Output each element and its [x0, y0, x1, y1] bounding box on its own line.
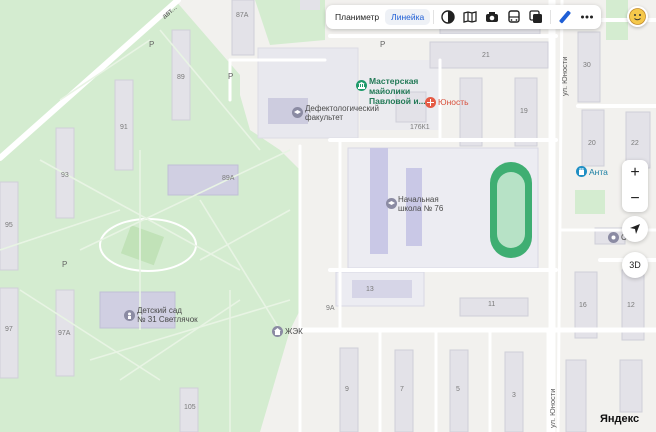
building-number: 22 [631, 140, 639, 147]
place-icon[interactable] [608, 232, 619, 243]
building-number: 97 [5, 326, 13, 333]
parking-marker: P [228, 72, 234, 81]
building-number: 105 [184, 404, 196, 411]
building-number: 13 [366, 286, 374, 293]
poi-workshop-label[interactable]: Мастерская майолики Павловой и... [369, 76, 426, 106]
user-avatar[interactable] [627, 6, 648, 27]
map-canvas[interactable] [0, 0, 656, 432]
locate-button[interactable] [622, 216, 648, 242]
zoom-control: + − [622, 160, 648, 212]
zoom-out-button[interactable]: − [622, 186, 648, 212]
building-number: 16 [579, 302, 587, 309]
transport-icon[interactable] [503, 6, 525, 28]
3d-button[interactable]: 3D [622, 252, 648, 278]
building-number: 91 [120, 124, 128, 131]
camera-icon[interactable] [481, 6, 503, 28]
building-number: 9 [345, 386, 349, 393]
poi-school-line2: школа № 76 [398, 204, 444, 213]
building-number: 20 [588, 140, 596, 147]
housing-office-icon[interactable] [272, 326, 283, 337]
toolbar-divider [550, 10, 552, 24]
poi-school-line1: Начальная [398, 195, 439, 204]
university-icon[interactable] [292, 107, 303, 118]
building-number: 89 [177, 74, 185, 81]
ruler-button[interactable]: Линейка [385, 9, 431, 25]
museum-icon[interactable] [356, 80, 367, 91]
building-number: 12 [627, 302, 635, 309]
planimeter-button[interactable]: Планиметр [329, 9, 385, 25]
kindergarten-icon[interactable] [124, 310, 135, 321]
overlay-icon[interactable] [525, 6, 547, 28]
poi-faculty-line1: Дефектологический [305, 104, 379, 113]
building-number: 11 [488, 301, 496, 308]
poi-shop-label[interactable]: Юность [438, 97, 469, 107]
building-number: 21 [482, 52, 490, 59]
street-label-yunosti-bottom: ул. Юности [548, 388, 557, 428]
poi-kindergarten-line1: Детский сад [137, 306, 182, 315]
parking-marker: P [62, 260, 68, 269]
location-arrow-icon [630, 224, 640, 234]
poi-kindergarten-label[interactable]: Детский сад № 31 Светлячок [137, 306, 198, 324]
3d-label: 3D [629, 260, 641, 270]
building-number: 19 [520, 108, 528, 115]
building-number: 176К1 [410, 124, 430, 131]
poi-workshop-line1: Мастерская [369, 76, 419, 86]
ruler-icon[interactable] [554, 6, 576, 28]
panorama-icon[interactable] [459, 6, 481, 28]
map-toolbar: Планиметр Линейка [326, 5, 602, 29]
building-number: 30 [583, 62, 591, 69]
poi-workshop-line2: майолики [369, 86, 411, 96]
poi-kindergarten-line2: № 31 Светлячок [137, 315, 198, 324]
building-number: 7 [400, 386, 404, 393]
parking-marker: P [380, 40, 386, 49]
shop-icon[interactable] [425, 97, 436, 108]
poi-housing-office-label[interactable]: ЖЭК [285, 327, 303, 336]
building-number: 97А [58, 330, 71, 337]
school-icon[interactable] [386, 198, 397, 209]
parking-marker: P [149, 40, 155, 49]
more-icon[interactable] [576, 6, 598, 28]
yandex-logo[interactable]: Яндекс [600, 413, 639, 425]
poi-faculty-label[interactable]: Дефектологический факультет [305, 104, 379, 122]
zoom-in-button[interactable]: + [622, 160, 648, 186]
toolbar-divider [433, 10, 435, 24]
building-number: 89А [222, 175, 235, 182]
street-label-yunosti-top: ул. Юности [560, 56, 569, 96]
layers-icon[interactable] [437, 6, 459, 28]
building-number: 93 [61, 172, 69, 179]
poi-faculty-line2: факультет [305, 113, 344, 122]
building-number: 5 [456, 386, 460, 393]
store-icon[interactable] [576, 166, 587, 177]
building-number: 87А [236, 12, 249, 19]
building-number: 9А [326, 305, 335, 312]
poi-school-label[interactable]: Начальная школа № 76 [398, 195, 443, 213]
building-number: 3 [512, 392, 516, 399]
poi-anta-label[interactable]: Анта [589, 167, 608, 177]
building-number: 95 [5, 222, 13, 229]
